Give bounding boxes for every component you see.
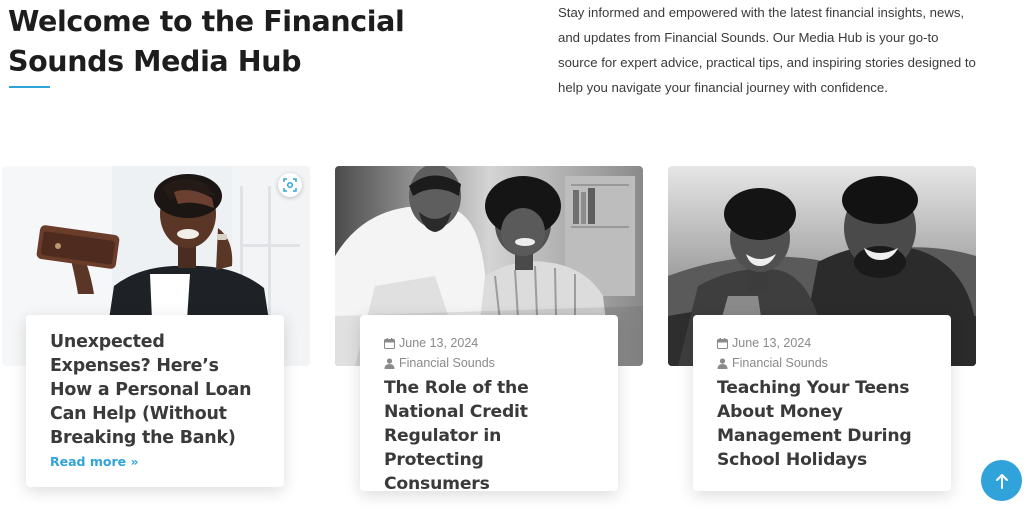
- article-title[interactable]: Teaching Your Teens About Money Manageme…: [717, 376, 927, 472]
- back-to-top-button[interactable]: [981, 460, 1022, 501]
- article-card-2[interactable]: June 13, 2024 Financial Sounds The Role …: [360, 315, 618, 494]
- post-author-text[interactable]: Financial Sounds: [399, 353, 495, 373]
- post-author: Financial Sounds: [717, 353, 927, 373]
- user-icon: [384, 357, 395, 369]
- title-underline: [9, 86, 50, 88]
- article-title[interactable]: The Role of the National Credit Regulato…: [384, 376, 594, 496]
- post-date: June 13, 2024: [384, 333, 594, 353]
- visual-search-icon[interactable]: [278, 173, 302, 197]
- post-date: June 13, 2024: [717, 333, 927, 353]
- article-title[interactable]: Unexpected Expenses? Here’s How a Person…: [50, 330, 260, 450]
- page-title: Welcome to the Financial Sounds Media Hu…: [8, 5, 405, 78]
- user-icon: [717, 357, 728, 369]
- article-card-1[interactable]: Unexpected Expenses? Here’s How a Person…: [26, 315, 284, 487]
- read-more-link[interactable]: Read more »: [50, 454, 139, 469]
- arrow-up-icon: [995, 473, 1008, 489]
- post-author: Financial Sounds: [384, 353, 594, 373]
- intro-paragraph: Stay informed and empowered with the lat…: [558, 5, 976, 95]
- post-date-text: June 13, 2024: [399, 336, 479, 350]
- article-card-3[interactable]: June 13, 2024 Financial Sounds Teaching …: [693, 315, 951, 491]
- calendar-icon: [384, 337, 395, 349]
- calendar-icon: [717, 337, 728, 349]
- post-author-text[interactable]: Financial Sounds: [732, 353, 828, 373]
- post-date-text: June 13, 2024: [732, 336, 812, 350]
